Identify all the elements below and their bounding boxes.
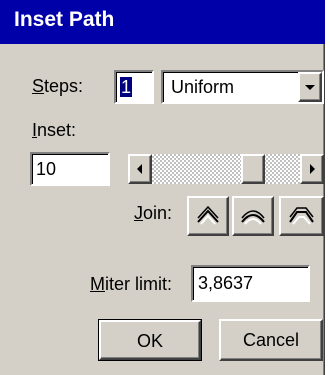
inset-path-dialog: Inset Path Steps: 1 Uniform Inset: 10 Jo… [0, 0, 325, 375]
miter-limit-label: Miter limit: [90, 274, 172, 294]
inset-input[interactable]: 10 [30, 152, 110, 186]
steps-mode-value: Uniform [171, 77, 235, 97]
slider-track[interactable] [152, 154, 300, 184]
steps-input[interactable]: 1 [114, 70, 154, 104]
ok-button[interactable]: OK [98, 319, 202, 361]
steps-label: Steps: [32, 76, 84, 96]
title-bar: Inset Path [0, 0, 325, 44]
miter-join-icon[interactable] [187, 196, 229, 236]
cancel-button[interactable]: Cancel [219, 319, 323, 361]
join-label: Join: [134, 203, 173, 223]
steps-value: 1 [120, 77, 133, 97]
bevel-join-icon[interactable] [279, 196, 324, 236]
scroll-right-arrow-icon[interactable] [300, 154, 324, 184]
steps-mode-select[interactable]: Uniform [161, 70, 324, 104]
ok-button-label: OK [136, 331, 163, 351]
miter-limit-value: 3,8637 [198, 273, 254, 293]
dialog-title: Inset Path [14, 8, 115, 31]
inset-value: 10 [36, 159, 57, 179]
chevron-down-icon[interactable] [298, 72, 322, 102]
slider-thumb[interactable] [241, 154, 266, 184]
round-join-icon[interactable] [232, 196, 274, 236]
inset-label: Inset: [32, 120, 77, 140]
inset-slider[interactable] [128, 154, 324, 184]
miter-limit-input[interactable]: 3,8637 [191, 265, 310, 302]
cancel-button-label: Cancel [242, 330, 300, 350]
scroll-left-arrow-icon[interactable] [128, 154, 152, 184]
